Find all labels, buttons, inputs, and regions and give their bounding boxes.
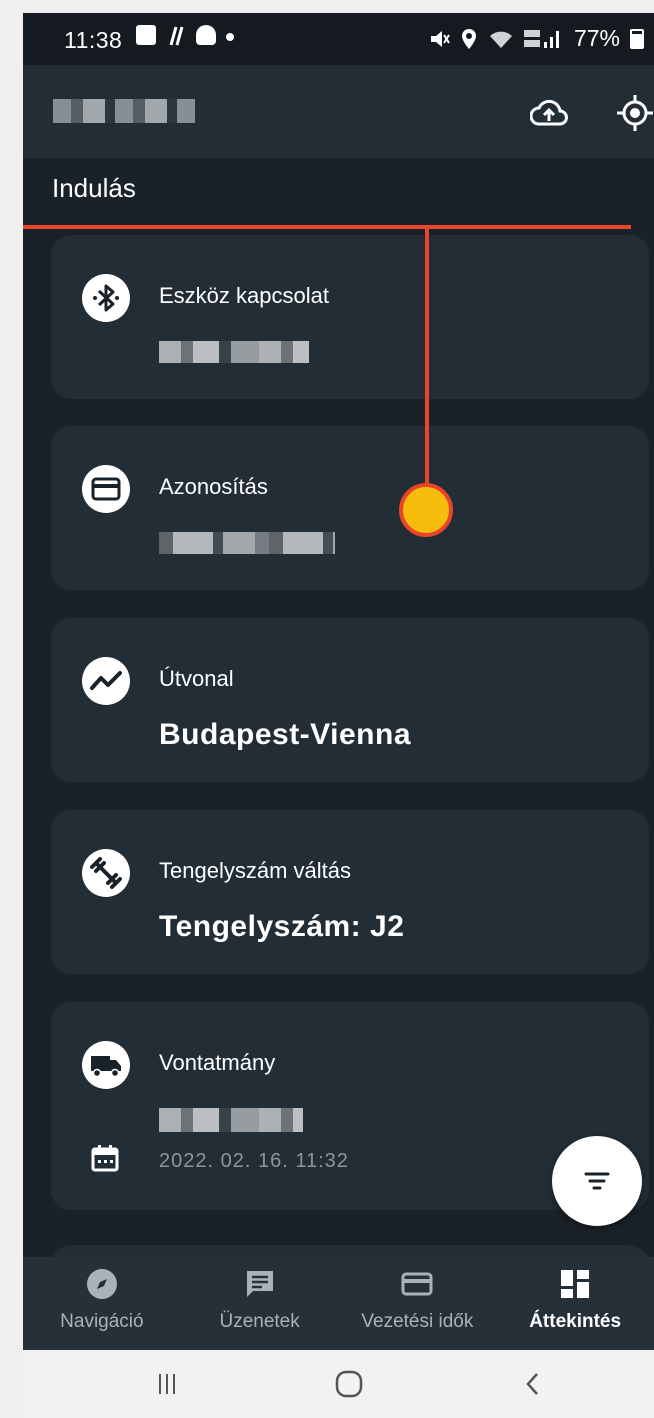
nav-label: Áttekintés bbox=[529, 1311, 622, 1332]
location-icon bbox=[461, 28, 476, 49]
card-icon bbox=[401, 1272, 433, 1296]
back-icon[interactable] bbox=[513, 1368, 553, 1400]
truck-icon bbox=[82, 1041, 130, 1089]
card-icon bbox=[82, 465, 130, 513]
gps-target-icon[interactable] bbox=[615, 93, 654, 133]
driver-id-redacted bbox=[159, 532, 335, 554]
gallery-notification-icon bbox=[136, 25, 156, 45]
axle-icon bbox=[82, 849, 130, 897]
card-device-connection[interactable]: Eszköz kapcsolat bbox=[51, 235, 649, 399]
bluetooth-icon bbox=[82, 274, 130, 322]
nav-item-driving-times[interactable]: Vezetési idők bbox=[339, 1257, 497, 1350]
app-bar bbox=[23, 65, 654, 158]
notification-icons bbox=[136, 25, 234, 47]
device-name-redacted bbox=[159, 341, 309, 363]
nav-label: Navigáció bbox=[60, 1311, 144, 1332]
media-notification-icon bbox=[169, 26, 184, 46]
card-title: Tengelyszám váltás bbox=[159, 858, 351, 883]
recent-apps-icon[interactable] bbox=[147, 1368, 187, 1400]
system-navigation-bar bbox=[23, 1350, 654, 1418]
nav-item-navigation[interactable]: Navigáció bbox=[23, 1257, 181, 1350]
card-title: Vontatmány bbox=[159, 1050, 276, 1075]
card-title: Eszköz kapcsolat bbox=[159, 283, 329, 308]
card-axle-change[interactable]: Tengelyszám váltás Tengelyszám: J2 bbox=[51, 810, 649, 974]
annotation-line-vertical bbox=[425, 225, 429, 515]
app-title-redacted bbox=[53, 99, 195, 123]
trailer-date: 2022. 02. 16. 11:32 bbox=[159, 1150, 349, 1172]
annotation-marker bbox=[399, 483, 453, 537]
bottom-navigation: Navigáció Üzenetek Vezetési idők Áttekin… bbox=[23, 1257, 654, 1350]
nav-item-messages[interactable]: Üzenetek bbox=[181, 1257, 339, 1350]
route-icon bbox=[82, 657, 130, 705]
nav-label: Üzenetek bbox=[219, 1311, 300, 1332]
app-notification-icon bbox=[196, 25, 216, 45]
filter-button[interactable] bbox=[552, 1136, 642, 1226]
section-title: Indulás bbox=[52, 173, 136, 203]
card-title: Azonosítás bbox=[159, 474, 268, 499]
nav-label: Vezetési idők bbox=[361, 1311, 474, 1332]
home-icon[interactable] bbox=[329, 1368, 369, 1400]
compass-icon bbox=[86, 1269, 117, 1299]
annotation-line-horizontal bbox=[23, 225, 631, 229]
route-value: Budapest-Vienna bbox=[159, 718, 411, 751]
mute-icon bbox=[430, 30, 450, 47]
phone-screen: 11:38 77% Indulás Eszköz kapcsolat Azono… bbox=[23, 13, 654, 1418]
calendar-icon bbox=[91, 1145, 119, 1172]
trailer-id-redacted bbox=[159, 1108, 303, 1132]
nav-item-overview[interactable]: Áttekintés bbox=[496, 1257, 654, 1350]
axle-value: Tengelyszám: J2 bbox=[159, 910, 405, 943]
message-icon bbox=[246, 1271, 273, 1297]
cloud-upload-icon[interactable] bbox=[529, 93, 569, 133]
wifi-icon bbox=[489, 31, 512, 48]
status-time: 11:38 bbox=[64, 27, 123, 53]
status-right: 77% bbox=[428, 25, 644, 52]
status-bar: 11:38 77% bbox=[23, 13, 654, 65]
card-title: Útvonal bbox=[159, 666, 234, 691]
signal-icon bbox=[523, 29, 559, 48]
card-route[interactable]: Útvonal Budapest-Vienna bbox=[51, 618, 649, 782]
more-notifications-icon bbox=[226, 33, 234, 41]
battery-percent: 77% bbox=[573, 25, 620, 51]
card-identification[interactable]: Azonosítás bbox=[51, 426, 649, 590]
dashboard-icon bbox=[561, 1270, 590, 1298]
battery-icon bbox=[630, 28, 644, 49]
filter-icon bbox=[584, 1172, 610, 1190]
